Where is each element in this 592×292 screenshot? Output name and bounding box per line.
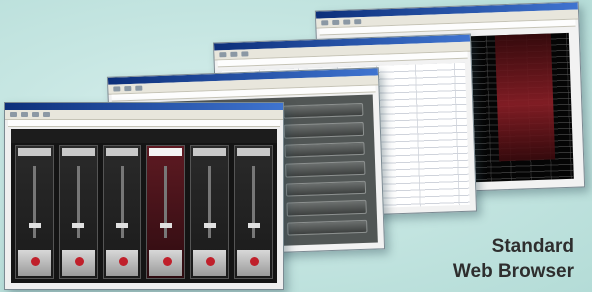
window-title-bar	[5, 103, 283, 110]
refresh-icon	[241, 51, 249, 57]
forward-icon	[21, 112, 28, 117]
caption: Standard Web Browser	[453, 234, 574, 284]
refresh-icon	[343, 19, 351, 25]
home-icon	[354, 19, 362, 25]
forward-icon	[124, 85, 132, 92]
control-button	[286, 199, 367, 217]
control-button	[283, 102, 364, 120]
mixer-channel-strip-selected	[146, 145, 186, 279]
address-bar	[8, 120, 280, 127]
home-icon	[43, 112, 50, 117]
back-icon	[113, 86, 121, 92]
browser-window-1	[4, 102, 284, 290]
mixer-panel	[11, 129, 277, 283]
back-icon	[10, 112, 17, 117]
refresh-icon	[32, 112, 39, 117]
highlight-column	[494, 33, 556, 162]
mixer-channel-strip	[102, 145, 142, 279]
control-button	[283, 122, 365, 139]
record-button-icon	[237, 250, 270, 276]
record-button-icon	[149, 250, 183, 276]
forward-icon	[230, 51, 238, 57]
record-button-icon	[18, 250, 51, 276]
caption-line-2: Web Browser	[452, 261, 574, 282]
browser-toolbar	[5, 110, 283, 120]
forward-icon	[332, 19, 340, 26]
control-button	[284, 141, 365, 158]
record-button-icon	[193, 250, 227, 276]
mixer-channel-strip	[58, 145, 98, 279]
control-button	[285, 180, 367, 197]
refresh-icon	[135, 85, 143, 91]
caption-line-1: Standard	[491, 236, 574, 257]
control-button-stack	[283, 102, 368, 236]
control-button	[285, 161, 366, 178]
back-icon	[321, 20, 329, 26]
record-button-icon	[61, 250, 95, 276]
mixer-channel-strip	[15, 145, 54, 279]
back-icon	[219, 52, 227, 58]
record-button-icon	[105, 250, 139, 276]
mixer-channel-strip	[190, 145, 230, 279]
mixer-channel-strip	[234, 145, 273, 279]
control-button	[287, 219, 368, 236]
